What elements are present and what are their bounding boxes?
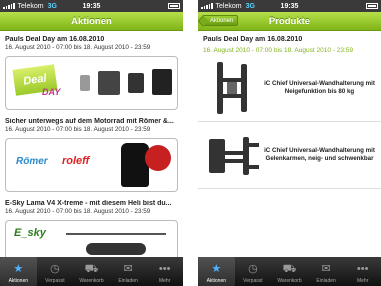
more-icon: ••• — [158, 263, 171, 275]
tab-label: Warenkorb — [277, 278, 302, 284]
carrier-label: Telekom — [215, 2, 242, 10]
product-list: Pauls Deal Day am 16.08.2010 16. August … — [198, 31, 381, 257]
deal-banner[interactable]: E_sky — [5, 220, 178, 257]
signal-icon — [201, 3, 213, 9]
tab-label: Mehr — [158, 278, 171, 284]
helicopter-image — [66, 233, 166, 235]
more-icon: ••• — [356, 263, 369, 275]
product-image — [152, 69, 172, 95]
tab-mehr[interactable]: ••• Mehr — [146, 257, 183, 286]
tab-warenkorb[interactable]: ⛟ Warenkorb — [271, 257, 308, 286]
deal-title: Pauls Deal Day am 16.08.2010 — [203, 36, 303, 43]
envelope-icon: ✉ — [321, 263, 331, 275]
envelope-icon: ✉ — [123, 263, 133, 275]
navigation-bar: Aktionen — [0, 12, 183, 31]
star-icon: ★ — [211, 263, 222, 275]
page-title: Produkte — [268, 15, 311, 27]
tab-label: Einladen — [316, 278, 336, 284]
cart-icon: ⛟ — [282, 263, 297, 275]
product-image — [128, 73, 144, 93]
tab-bar: ★ Aktionen ◷ Verpasst ⛟ Warenkorb ✉ Einl… — [198, 257, 381, 286]
tab-verpasst[interactable]: ◷ Verpasst — [37, 257, 74, 286]
status-bar: Telekom 3G 19:35 — [198, 0, 381, 12]
tab-label: Warenkorb — [79, 278, 104, 284]
deal-title: E-Sky Lama V4 X-treme - mit diesem Heli … — [5, 200, 172, 207]
page-title: Aktionen — [71, 15, 112, 27]
tab-label: Verpasst — [243, 278, 263, 284]
roleff-logo: roleff — [62, 155, 90, 167]
tab-aktionen[interactable]: ★ Aktionen — [198, 257, 235, 286]
battery-icon — [366, 3, 378, 9]
deal-banner[interactable]: Römer roleff — [5, 138, 178, 192]
network-label: 3G — [245, 2, 255, 10]
tab-verpasst[interactable]: ◷ Verpasst — [235, 257, 272, 286]
deal-item[interactable]: E-Sky Lama V4 X-treme - mit diesem Heli … — [0, 192, 183, 257]
deal-dates: 16. August 2010 - 07:00 bis 18. August 2… — [5, 44, 151, 51]
product-name: iC Chief Universal-Wandhalterung mit Nei… — [264, 80, 375, 95]
tab-einladen[interactable]: ✉ Einladen — [308, 257, 345, 286]
deal-list: Pauls Deal Day am 16.08.2010 16. August … — [0, 31, 183, 257]
tab-aktionen[interactable]: ★ Aktionen — [0, 257, 37, 286]
product-name: iC Chief Universal-Wandhalterung mit Gel… — [264, 147, 375, 162]
produkte-screen: Telekom 3G 19:35 Aktionen Produkte Pauls… — [198, 0, 381, 286]
aktionen-screen: Telekom 3G 19:35 Aktionen Pauls Deal Day… — [0, 0, 183, 286]
esky-logo: E_sky — [14, 227, 46, 239]
deal-dates: 16. August 2010 - 07:00 bis 18. August 2… — [5, 126, 151, 133]
tab-label: Aktionen — [8, 278, 29, 284]
deal-item[interactable]: Pauls Deal Day am 16.08.2010 16. August … — [0, 31, 183, 110]
helmet-image — [145, 145, 171, 171]
tab-bar: ★ Aktionen ◷ Verpasst ⛟ Warenkorb ✉ Einl… — [0, 257, 183, 286]
status-bar: Telekom 3G 19:35 — [0, 0, 183, 12]
carrier-label: Telekom — [17, 2, 44, 10]
roemer-logo: Römer — [16, 156, 48, 167]
tab-einladen[interactable]: ✉ Einladen — [110, 257, 147, 286]
back-button[interactable]: Aktionen — [202, 15, 239, 26]
tab-label: Mehr — [356, 278, 369, 284]
wall-mount-image — [203, 125, 263, 185]
deal-title: Pauls Deal Day am 16.08.2010 — [5, 36, 105, 43]
wall-mount-image — [203, 58, 263, 118]
deal-dates: 16. August 2010 - 07:00 bis 18. August 2… — [5, 208, 151, 215]
deal-dates: 16. August 2010 - 07:00 bis 18. August 2… — [203, 47, 353, 54]
jacket-image — [121, 143, 149, 187]
deal-title: Sicher unterwegs auf dem Motorrad mit Rö… — [5, 118, 174, 125]
tab-mehr[interactable]: ••• Mehr — [344, 257, 381, 286]
product-image — [80, 75, 90, 91]
deal-day-logo-sub: DAY — [42, 87, 61, 97]
star-icon: ★ — [13, 263, 24, 275]
product-image — [98, 71, 120, 95]
signal-icon — [3, 3, 15, 9]
clock-icon: ◷ — [50, 263, 60, 275]
battery-icon — [168, 3, 180, 9]
cart-icon: ⛟ — [84, 263, 99, 275]
helicopter-image — [86, 243, 146, 255]
deal-banner[interactable]: Deal DAY — [5, 56, 178, 110]
tab-warenkorb[interactable]: ⛟ Warenkorb — [73, 257, 110, 286]
product-item[interactable]: iC Chief Universal-Wandhalterung mit Gel… — [198, 122, 381, 189]
tab-label: Verpasst — [45, 278, 65, 284]
deal-item[interactable]: Sicher unterwegs auf dem Motorrad mit Rö… — [0, 110, 183, 192]
clock-icon: ◷ — [248, 263, 258, 275]
tab-label: Aktionen — [206, 278, 227, 284]
tab-label: Einladen — [118, 278, 138, 284]
navigation-bar: Aktionen Produkte — [198, 12, 381, 31]
product-item[interactable]: iC Chief Universal-Wandhalterung mit Nei… — [198, 55, 381, 122]
network-label: 3G — [47, 2, 57, 10]
